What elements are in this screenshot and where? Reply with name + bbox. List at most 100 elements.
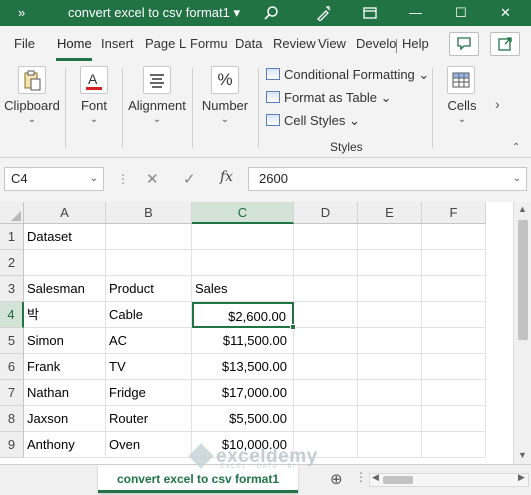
- row-header-6[interactable]: 6: [0, 354, 24, 380]
- scroll-up-icon[interactable]: ▲: [518, 204, 527, 214]
- cell-f2[interactable]: [422, 250, 486, 276]
- vertical-scrollbar[interactable]: ▲ ▼: [513, 202, 531, 464]
- tab-home[interactable]: Home: [57, 36, 92, 51]
- cell-f6[interactable]: [422, 354, 486, 380]
- column-header-f[interactable]: F: [422, 202, 486, 224]
- select-all-button[interactable]: [0, 202, 24, 224]
- cell-f3[interactable]: [422, 276, 486, 302]
- font-group[interactable]: A Font ⌄: [66, 62, 122, 158]
- row-header-1[interactable]: 1: [0, 224, 24, 250]
- cell-c4[interactable]: $2,600.00: [192, 302, 294, 328]
- cell-f1[interactable]: [422, 224, 486, 250]
- cell-a6[interactable]: Frank: [24, 354, 106, 380]
- expand-formula-bar-icon[interactable]: ⌄: [513, 168, 521, 190]
- cell-a1[interactable]: Dataset: [24, 224, 106, 250]
- formula-bar-grip-icon[interactable]: ⋮: [117, 172, 129, 186]
- column-header-c[interactable]: C: [192, 202, 294, 224]
- cell-c6[interactable]: $13,500.00: [192, 354, 294, 380]
- tab-page-layout[interactable]: Page L: [145, 36, 186, 51]
- cell-a2[interactable]: [24, 250, 106, 276]
- cell-a8[interactable]: Jaxson: [24, 406, 106, 432]
- cell-d8[interactable]: [294, 406, 358, 432]
- scroll-right-icon[interactable]: ▶: [518, 472, 525, 483]
- row-header-5[interactable]: 5: [0, 328, 24, 354]
- cell-styles-button[interactable]: Cell Styles ⌄: [266, 113, 360, 129]
- cell-b4[interactable]: Cable: [106, 302, 192, 328]
- cancel-icon[interactable]: ✕: [146, 170, 159, 188]
- tab-data[interactable]: Data: [235, 36, 262, 51]
- close-button[interactable]: ✕: [500, 0, 524, 26]
- cell-e9[interactable]: [358, 432, 422, 458]
- tab-insert[interactable]: Insert: [101, 36, 134, 51]
- cell-a3[interactable]: Salesman: [24, 276, 106, 302]
- cell-c3[interactable]: Sales: [192, 276, 294, 302]
- cell-e1[interactable]: [358, 224, 422, 250]
- cell-b6[interactable]: TV: [106, 354, 192, 380]
- collapse-ribbon-icon[interactable]: ⌃: [512, 142, 520, 153]
- cell-e6[interactable]: [358, 354, 422, 380]
- row-header-7[interactable]: 7: [0, 380, 24, 406]
- cell-f9[interactable]: [422, 432, 486, 458]
- ribbon-display-options-icon[interactable]: [362, 0, 386, 26]
- cell-a9[interactable]: Anthony: [24, 432, 106, 458]
- ribbon-scroll-right-icon[interactable]: ›: [495, 96, 500, 112]
- maximize-button[interactable]: ☐: [455, 0, 479, 26]
- tab-file[interactable]: File: [14, 36, 35, 51]
- row-header-4[interactable]: 4: [0, 302, 24, 328]
- cell-d4[interactable]: [294, 302, 358, 328]
- column-header-e[interactable]: E: [358, 202, 422, 224]
- cell-e5[interactable]: [358, 328, 422, 354]
- designer-pen-icon[interactable]: [316, 0, 340, 26]
- row-header-8[interactable]: 8: [0, 406, 24, 432]
- cell-f5[interactable]: [422, 328, 486, 354]
- cell-f8[interactable]: [422, 406, 486, 432]
- alignment-group[interactable]: Alignment ⌄: [123, 62, 191, 158]
- cell-f4[interactable]: [422, 302, 486, 328]
- row-header-3[interactable]: 3: [0, 276, 24, 302]
- cell-c2[interactable]: [192, 250, 294, 276]
- cell-e8[interactable]: [358, 406, 422, 432]
- number-group[interactable]: % Number ⌄: [193, 62, 257, 158]
- cell-a7[interactable]: Nathan: [24, 380, 106, 406]
- name-box-caret-icon[interactable]: ⌄: [90, 168, 98, 190]
- tab-developer[interactable]: Develo: [356, 36, 396, 51]
- tab-review[interactable]: Review: [273, 36, 316, 51]
- row-header-2[interactable]: 2: [0, 250, 24, 276]
- fill-handle[interactable]: [290, 324, 296, 330]
- cell-b5[interactable]: AC: [106, 328, 192, 354]
- cell-c5[interactable]: $11,500.00: [192, 328, 294, 354]
- tab-formulas[interactable]: Formu: [190, 36, 228, 51]
- cell-c7[interactable]: $17,000.00: [192, 380, 294, 406]
- cell-b8[interactable]: Router: [106, 406, 192, 432]
- worksheet-grid[interactable]: ▲ ▼ A B C D E F 1 Dataset 2 3 Salesman Product Sales…: [0, 202, 531, 464]
- cell-b1[interactable]: [106, 224, 192, 250]
- column-header-d[interactable]: D: [294, 202, 358, 224]
- column-header-a[interactable]: A: [24, 202, 106, 224]
- cell-a4[interactable]: 박: [24, 302, 106, 328]
- scroll-down-icon[interactable]: ▼: [518, 450, 527, 460]
- format-as-table-button[interactable]: Format as Table ⌄: [266, 90, 391, 106]
- scroll-left-icon[interactable]: ◀: [372, 472, 379, 483]
- row-header-9[interactable]: 9: [0, 432, 24, 458]
- cells-group[interactable]: Cells ⌄: [433, 62, 491, 158]
- vertical-scroll-thumb[interactable]: [518, 220, 528, 340]
- horizontal-scroll-thumb[interactable]: [383, 476, 413, 484]
- cell-c1[interactable]: [192, 224, 294, 250]
- cell-e7[interactable]: [358, 380, 422, 406]
- search-icon[interactable]: [263, 0, 287, 26]
- cell-e2[interactable]: [358, 250, 422, 276]
- tab-help[interactable]: Help: [402, 36, 429, 51]
- minimize-button[interactable]: —: [409, 0, 433, 26]
- cell-b9[interactable]: Oven: [106, 432, 192, 458]
- sheet-options-icon[interactable]: ⋮: [355, 470, 367, 484]
- conditional-formatting-button[interactable]: Conditional Formatting ⌄: [266, 67, 429, 83]
- column-header-b[interactable]: B: [106, 202, 192, 224]
- cell-d1[interactable]: [294, 224, 358, 250]
- cell-c8[interactable]: $5,500.00: [192, 406, 294, 432]
- cell-e4[interactable]: [358, 302, 422, 328]
- insert-function-icon[interactable]: fx: [220, 169, 233, 185]
- comments-button[interactable]: [449, 32, 479, 56]
- workbook-title[interactable]: convert excel to csv format1 ▾: [68, 0, 240, 26]
- cell-b3[interactable]: Product: [106, 276, 192, 302]
- cell-d6[interactable]: [294, 354, 358, 380]
